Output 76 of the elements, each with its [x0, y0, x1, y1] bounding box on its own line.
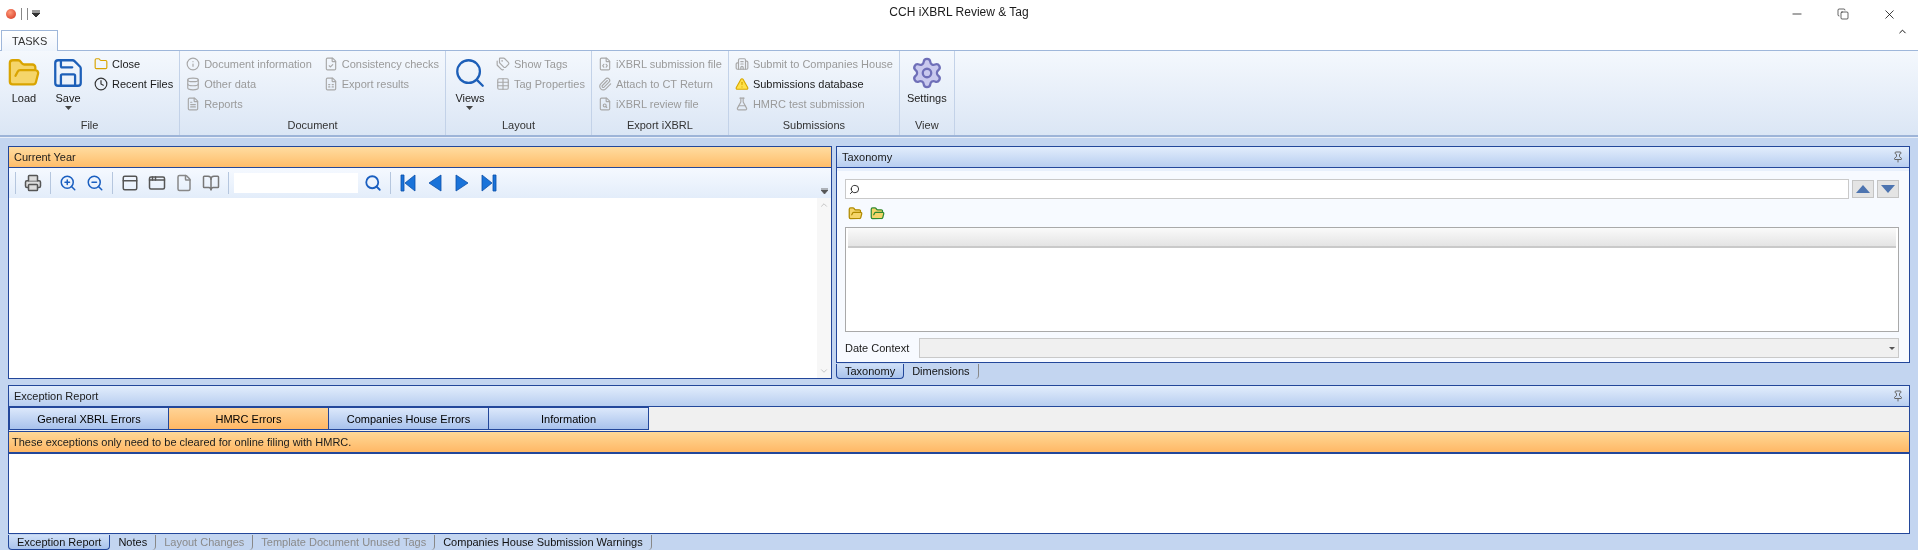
warning-icon [734, 77, 749, 91]
expand-button[interactable] [847, 205, 863, 221]
collapse-button[interactable] [869, 205, 885, 221]
zoom-out-icon [86, 174, 104, 192]
ribbon-button[interactable]: Load [4, 54, 44, 118]
panel-tab[interactable]: Taxonomy [836, 363, 905, 379]
ribbon-button[interactable]: Close [92, 54, 176, 74]
last-page-icon [480, 173, 498, 193]
panel-title: Exception Report [14, 390, 99, 402]
category-tab[interactable]: General XBRL Errors [9, 407, 169, 430]
ribbon-button[interactable]: Save [48, 54, 88, 118]
group-label: Export iXBRL [625, 118, 694, 133]
next-button[interactable] [1877, 180, 1899, 198]
ribbon-button[interactable]: Recent Files [92, 74, 176, 94]
page-icon [148, 174, 166, 192]
spreadsheet-icon [323, 77, 338, 91]
group-label: Document [286, 118, 339, 133]
folder-icon [869, 205, 885, 221]
file-search-icon [597, 97, 612, 111]
document-icon [186, 97, 201, 111]
zoom-in-icon [59, 174, 77, 192]
group-label: Layout [500, 118, 536, 133]
previous-button[interactable] [1852, 180, 1874, 198]
caret-icon [466, 106, 474, 110]
tags-icon [495, 57, 510, 71]
caret-icon [1889, 346, 1895, 350]
printer-icon [24, 174, 42, 192]
checked-document-icon [323, 57, 338, 71]
search-field[interactable] [845, 179, 1849, 199]
caret-icon [64, 106, 72, 110]
info-icon [186, 57, 201, 71]
group-label: View [913, 118, 940, 133]
document-icon [175, 174, 193, 192]
page-icon [121, 174, 139, 192]
app-icon[interactable] [6, 9, 16, 19]
next-page-icon [453, 173, 471, 193]
folder-icon [94, 57, 108, 71]
ribbon-button[interactable]: Submissions database [732, 74, 895, 94]
up-arrow-icon [1856, 185, 1870, 193]
clock-icon [94, 77, 108, 91]
field-label: Date Context [845, 342, 910, 354]
building-icon [734, 57, 749, 71]
panel-tab[interactable]: Companies House Submission Warnings [435, 534, 652, 550]
previous-page-icon [426, 173, 444, 193]
book-icon [202, 174, 220, 192]
pin-button[interactable] [1892, 390, 1904, 402]
pin-button[interactable] [1892, 151, 1904, 163]
folder-icon [847, 205, 863, 221]
find-field[interactable] [234, 173, 358, 193]
category-tab[interactable]: Information [489, 407, 649, 430]
panel-tab[interactable]: Dimensions [904, 363, 979, 379]
ribbon-button[interactable]: Views [449, 54, 490, 118]
overflow-caret-icon [821, 188, 828, 194]
paperclip-icon [597, 77, 612, 91]
first-page-icon [399, 173, 417, 193]
restore-icon[interactable] [1837, 8, 1849, 20]
ribbon-tab[interactable]: TASKS [1, 30, 59, 51]
quick-access-menu-icon [32, 10, 40, 18]
search-icon [364, 174, 382, 192]
panel-title: Current Year [14, 151, 76, 163]
down-arrow-icon [1881, 185, 1895, 193]
group-label: File [79, 118, 100, 133]
database-icon [186, 77, 201, 91]
category-tab[interactable]: HMRC Errors [169, 407, 329, 430]
panel-tab[interactable]: Notes [110, 534, 157, 550]
search-icon [849, 183, 860, 195]
message-text: These exceptions only need to be cleared for online filing with HMRC. [12, 436, 352, 448]
flask-icon [734, 97, 749, 111]
table-icon [495, 77, 510, 91]
panel-title: Taxonomy [842, 151, 893, 163]
ribbon-button[interactable]: Settings [903, 54, 950, 118]
panel-tab[interactable]: Exception Report [8, 534, 111, 550]
code-file-icon [597, 57, 612, 71]
window-title: CCH iXBRL Review & Tag [889, 5, 1029, 19]
category-tab[interactable]: Companies House Errors [329, 407, 489, 430]
group-label: Submissions [781, 118, 847, 133]
